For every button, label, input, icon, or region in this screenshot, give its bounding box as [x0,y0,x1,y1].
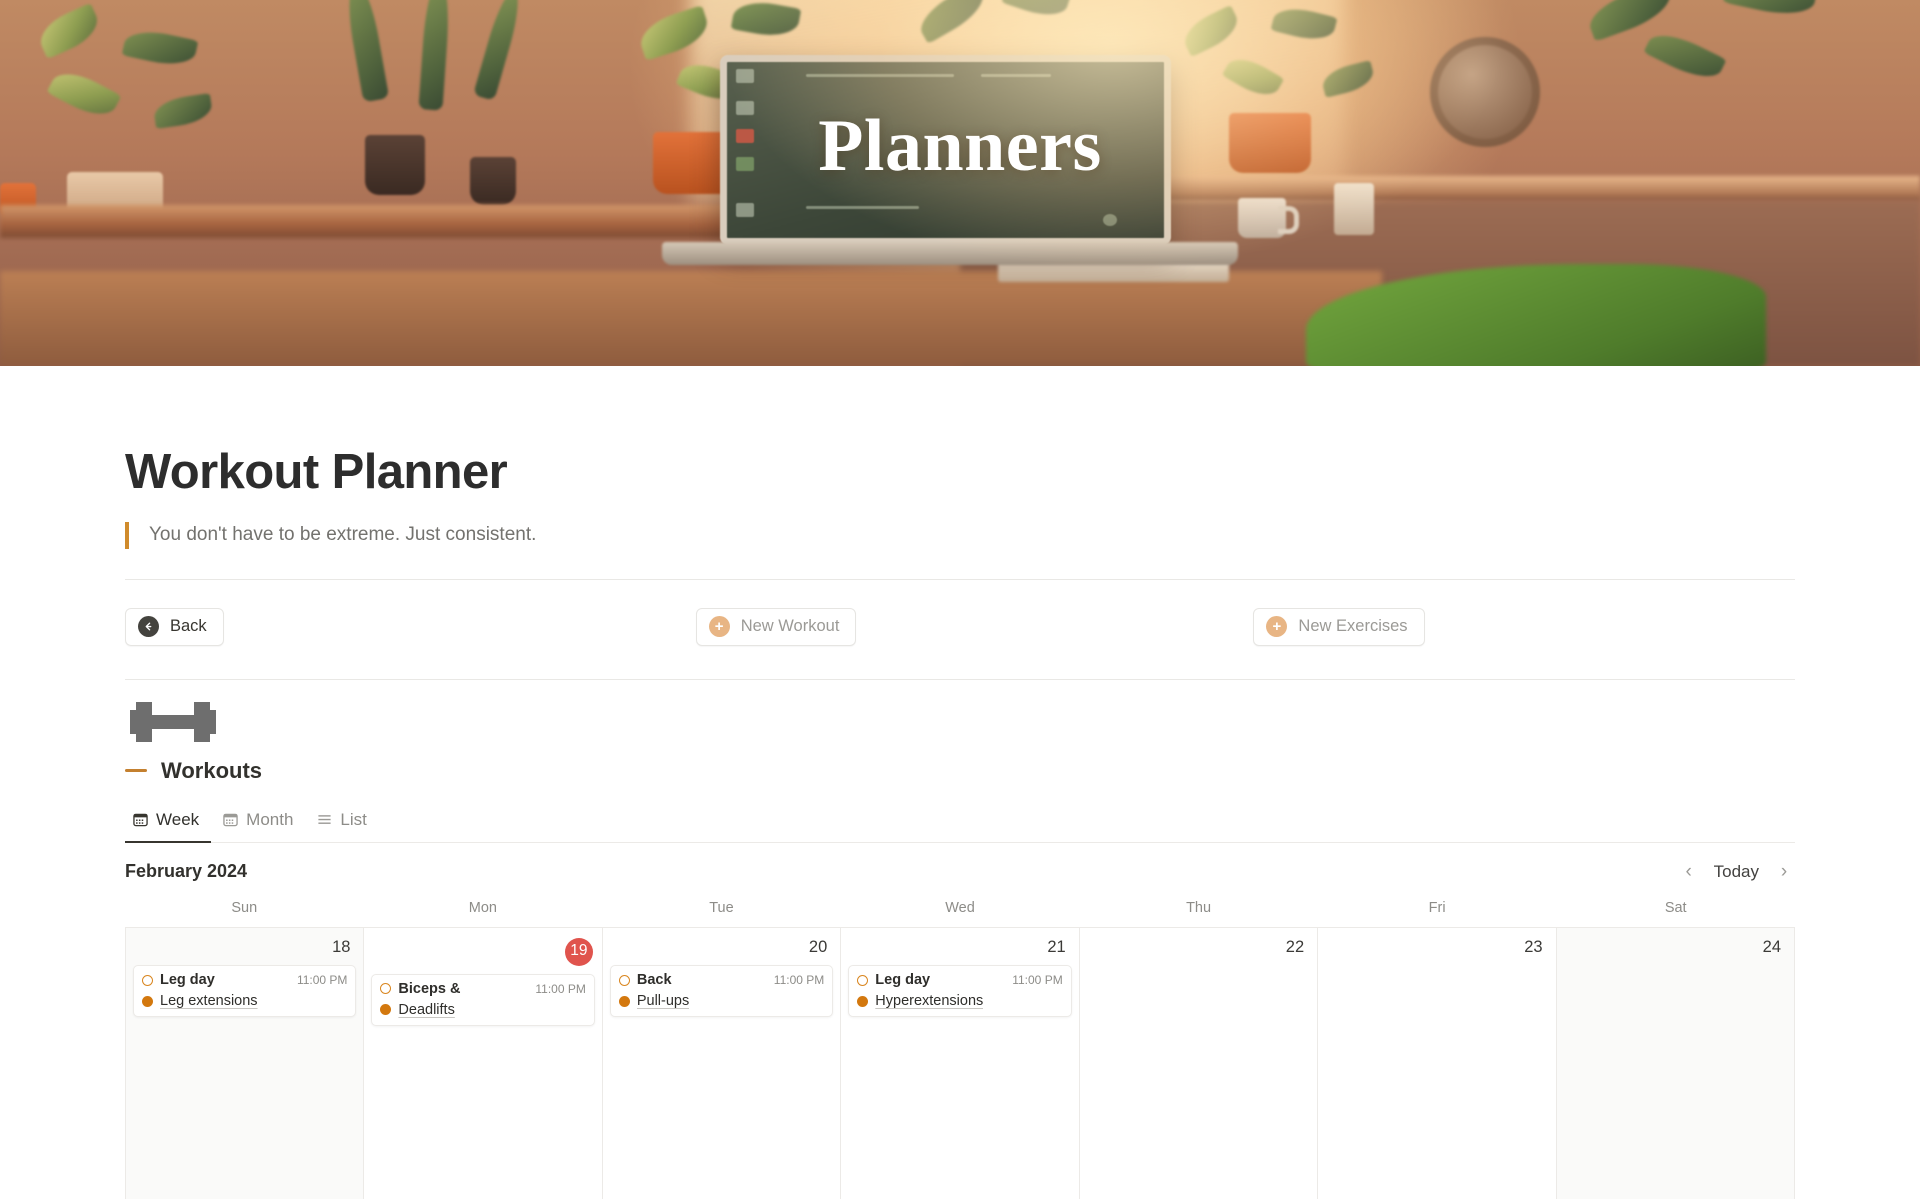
event-time: 11:00 PM [535,981,586,996]
event-exercise-link[interactable]: Pull-ups [637,993,689,1009]
calendar-weekday-thu: Thu [1186,899,1212,916]
event-title: Leg day [875,972,931,989]
exercise-dot-icon [857,995,869,1007]
exercise-dot-icon [618,995,630,1007]
spacer-one [224,608,696,646]
calendar-day-cell[interactable]: 24 [1556,927,1795,1199]
calendar-day-cell[interactable]: 19 Biceps & 11:00 PM Deadlifts [364,927,603,1199]
calendar-day-number: 23 [1524,937,1543,956]
today-button[interactable]: Today [1714,862,1759,882]
hero-banner: Planners [0,0,1920,366]
tab-month-label: Month [246,809,294,829]
event-exercise-link[interactable]: Hyperextensions [875,993,983,1009]
calendar-day-number: 19 [371,936,594,974]
tab-week[interactable]: Week [125,804,212,843]
new-exercises-button[interactable]: + New Exercises [1253,607,1425,646]
divider-bottom [125,678,1795,680]
section-dash-icon [125,769,147,773]
tab-month[interactable]: Month [215,804,305,843]
calendar-month-label: February 2024 [125,861,248,882]
workouts-section-header: Workouts [125,758,1795,784]
action-button-row: Back + New Workout + New Exercises [125,607,1795,646]
event-time: 11:00 PM [1012,973,1063,988]
calendar-day-number: 21 [1047,937,1066,956]
calendar-week-grid: 18 Leg day 11:00 PM Leg extensions 19 Biceps … [125,926,1795,1199]
plus-circle-icon: + [1266,616,1288,638]
workout-status-ring-icon [857,974,869,986]
event-exercise-link[interactable]: Leg extensions [160,993,258,1009]
new-workout-button[interactable]: + New Workout [695,607,857,646]
arrow-left-circle-icon [138,616,159,638]
event-title: Back [636,972,672,989]
workout-status-ring-icon [380,983,392,995]
plus-glyph: + [714,618,724,636]
calendar-navigation: ‹ Today › [1678,861,1795,883]
section-title: Workouts [161,757,263,783]
calendar-day-cell[interactable]: 21 Leg day 11:00 PM Hyperextensions [841,927,1080,1199]
calendar-week-icon [133,812,148,827]
calendar-event-card[interactable]: Back 11:00 PM Pull-ups [609,965,834,1018]
view-tabs: Week Month List [125,804,1795,843]
calendar-event-card[interactable]: Biceps & 11:00 PM Deadlifts [371,973,595,1026]
exercise-dot-icon [380,1004,392,1016]
calendar-weekday-fri: Fri [1428,899,1446,916]
list-icon [317,812,332,827]
calendar-day-cell[interactable]: 23 [1318,927,1557,1199]
calendar-event-card[interactable]: Leg day 11:00 PM Leg extensions [133,965,357,1018]
event-title: Biceps & [398,980,461,997]
divider-top [125,578,1795,580]
tab-week-label: Week [156,809,200,829]
event-time: 11:00 PM [773,973,825,988]
hero-title: Planners [818,105,1102,187]
calendar-event-card[interactable]: Leg day 11:00 PM Hyperextensions [848,965,1072,1018]
calendar-weekday-wed: Wed [945,899,975,916]
calendar-day-cell[interactable]: 18 Leg day 11:00 PM Leg extensions [126,927,365,1199]
calendar-day-number: 22 [1285,937,1305,956]
calendar-weekday-sat: Sat [1664,899,1687,916]
calendar-day-cell[interactable]: 22 [1079,927,1319,1199]
calendar-day-cell[interactable]: 20 Back 11:00 PM Pull-ups [602,927,842,1199]
tab-list-label: List [340,809,367,829]
spacer-two [856,608,1253,646]
calendar-header: February 2024 ‹ Today › [125,861,1795,883]
new-exercises-label: New Exercises [1298,617,1408,636]
today-badge: 19 [564,937,593,966]
chevron-right-icon[interactable]: › [1773,861,1795,883]
calendar-weekday-sun: Sun [231,899,258,916]
new-workout-label: New Workout [740,617,840,636]
calendar-day-number: 18 [332,937,351,956]
page-title: Workout Planner [125,445,508,499]
exercise-dot-icon [142,995,153,1007]
workout-status-ring-icon [142,974,153,986]
plus-glyph: + [1272,618,1282,636]
event-time: 11:00 PM [296,973,348,988]
back-button[interactable]: Back [125,607,224,646]
calendar-day-number: 24 [1762,937,1781,956]
page-body: Workout Planner You don't have to be ext… [0,366,1920,1199]
calendar-weekday-tue: Tue [709,899,734,916]
calendar-weekday-header: Sun Mon Tue Wed Thu Fri Sat [125,900,1795,927]
event-exercise-link[interactable]: Deadlifts [398,1002,454,1018]
plus-circle-icon: + [708,616,730,638]
event-title: Leg day [160,972,215,989]
tab-list[interactable]: List [309,804,378,843]
chevron-left-icon[interactable]: ‹ [1678,861,1700,883]
back-button-label: Back [170,617,207,636]
calendar-month-icon [223,812,238,827]
page-quote: You don't have to be extreme. Just consi… [125,522,1920,549]
workout-status-ring-icon [618,974,630,986]
calendar-day-number: 20 [808,937,828,956]
calendar-weekday-mon: Mon [468,899,497,916]
dumbbell-icon [130,696,216,748]
